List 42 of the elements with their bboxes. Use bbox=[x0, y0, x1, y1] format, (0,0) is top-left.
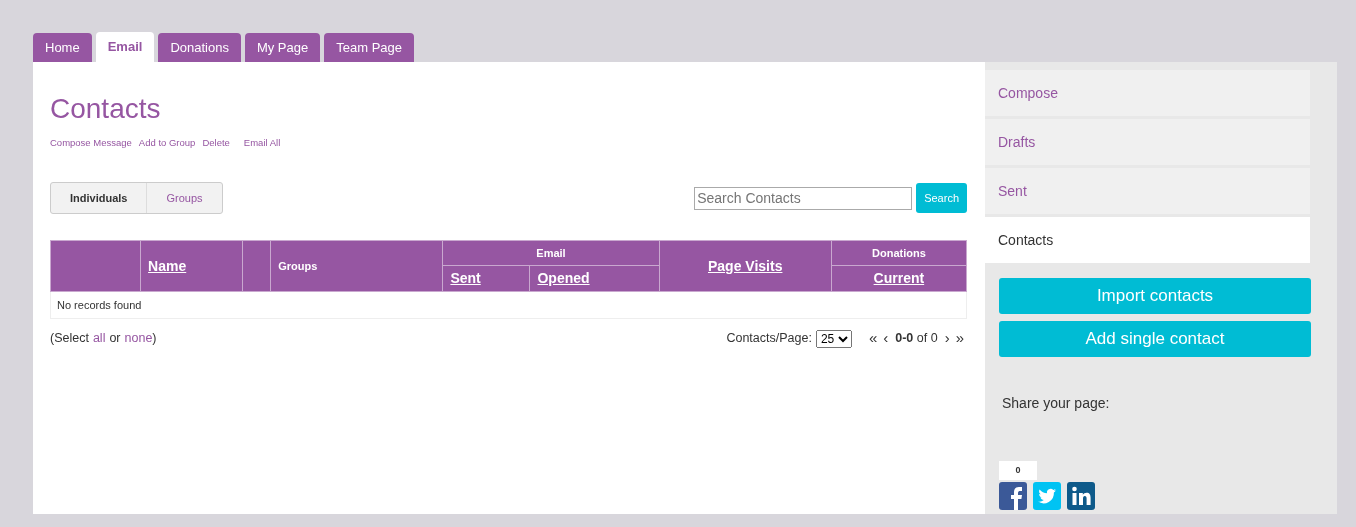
empty-message: No records found bbox=[57, 299, 142, 311]
sidebar-item[interactable]: Compose bbox=[985, 70, 1310, 116]
sidebar-item[interactable]: Sent bbox=[985, 168, 1310, 214]
column-header[interactable]: Page Visits bbox=[659, 240, 832, 292]
select-label: (Select bbox=[50, 330, 89, 348]
search-field[interactable]: Search Contacts bbox=[694, 186, 913, 210]
column-header[interactable]: Sent bbox=[442, 265, 530, 292]
share-label: Share your page: bbox=[1002, 394, 1111, 413]
toggle-tab[interactable]: Individuals bbox=[51, 183, 147, 214]
column-header[interactable]: Current bbox=[831, 265, 967, 292]
tab[interactable]: Team Page bbox=[324, 33, 414, 62]
column-header[interactable]: Opened bbox=[529, 265, 660, 292]
first-page-button[interactable]: « bbox=[865, 327, 881, 350]
select-all-link[interactable]: all bbox=[92, 329, 106, 348]
last-page-button[interactable]: » bbox=[952, 327, 967, 350]
select-none-link[interactable]: none bbox=[124, 329, 153, 348]
sidebar-item[interactable]: Drafts bbox=[985, 119, 1310, 165]
tab[interactable]: Email bbox=[95, 32, 155, 62]
per-page-select[interactable]: 25 bbox=[815, 329, 852, 348]
previous-page-button[interactable]: ‹ bbox=[880, 327, 892, 350]
action-link[interactable]: Email All bbox=[243, 136, 281, 151]
tab[interactable]: Donations bbox=[158, 33, 241, 62]
tab[interactable]: Home bbox=[33, 33, 92, 62]
linkedin-icon[interactable] bbox=[1067, 482, 1095, 510]
sidebar-item[interactable]: Contacts bbox=[985, 217, 1310, 263]
column-header[interactable]: Name bbox=[140, 240, 243, 292]
next-page-button[interactable]: › bbox=[941, 327, 953, 350]
tab[interactable]: My Page bbox=[244, 33, 321, 62]
column-group-header: Donations bbox=[831, 240, 967, 266]
column-group-header: Email bbox=[442, 240, 660, 266]
page-range: 0-0 of 0 bbox=[895, 330, 938, 348]
action-link[interactable]: Delete bbox=[202, 136, 230, 151]
action-link[interactable]: Add to Group bbox=[138, 136, 196, 151]
column-header: Groups bbox=[270, 240, 443, 292]
page-title: Contacts bbox=[50, 92, 162, 126]
select-label: ) bbox=[152, 330, 157, 348]
share-count: 0 bbox=[999, 461, 1037, 480]
per-page-label: Contacts/Page: bbox=[726, 330, 812, 348]
action-link[interactable]: Compose Message bbox=[50, 136, 132, 151]
facebook-icon[interactable] bbox=[999, 482, 1027, 510]
select-label: or bbox=[109, 330, 121, 348]
toggle-tab[interactable]: Groups bbox=[146, 183, 222, 214]
